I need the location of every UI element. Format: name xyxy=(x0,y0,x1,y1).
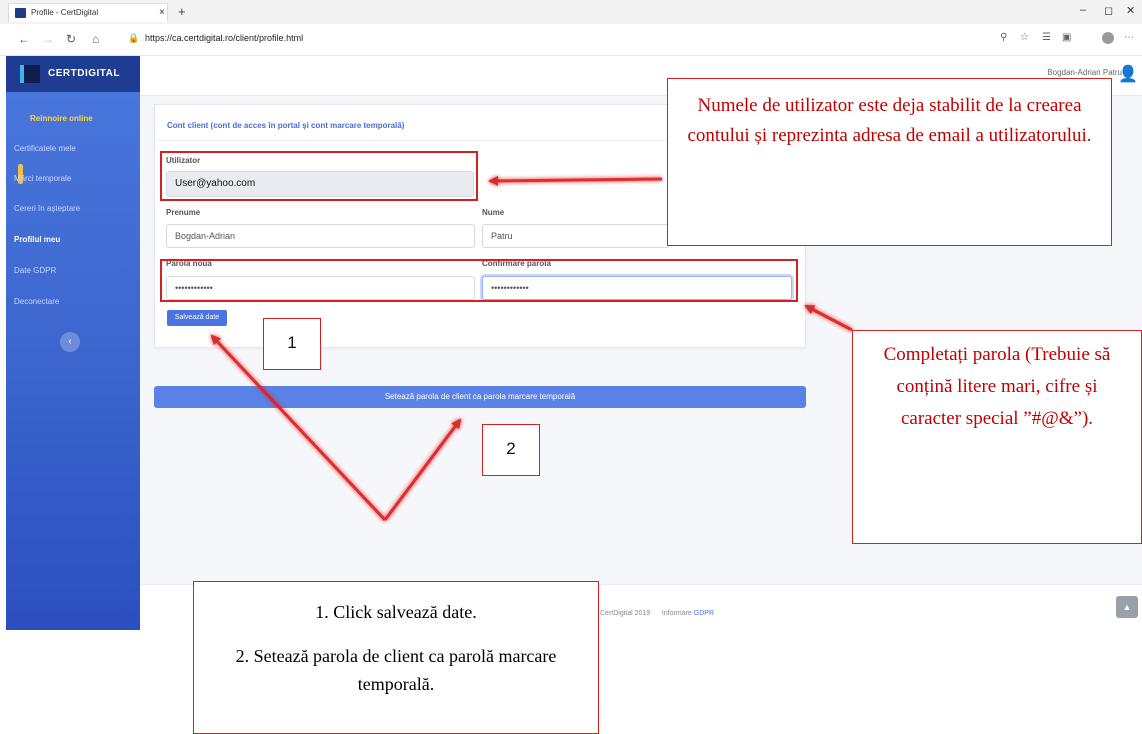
tab-title: Profile - CertDigital xyxy=(31,8,99,17)
minimize-icon[interactable]: – xyxy=(1080,4,1086,16)
user-avatar-icon[interactable]: 👤 xyxy=(1118,64,1138,84)
favorites-list-icon[interactable]: ☰ xyxy=(1042,32,1051,43)
footer-gdpr-link[interactable]: GDPR xyxy=(694,610,714,617)
back-arrow-icon[interactable]: ← xyxy=(18,32,30,46)
sidebar-item-logout[interactable]: Deconectare xyxy=(14,297,59,306)
password-fields-highlight xyxy=(160,259,798,302)
footer-info: CertDigital 2019 Informare GDPR xyxy=(600,610,714,617)
user-field-highlight xyxy=(160,151,478,201)
footer-copyright: CertDigital 2019 xyxy=(600,610,651,617)
sidebar-collapse-chevron-icon[interactable]: ‹ xyxy=(60,332,80,352)
sidebar-item-gdpr-data[interactable]: Date GDPR xyxy=(14,266,56,275)
sidebar-item-certificates[interactable]: Certificatele mele xyxy=(14,144,76,153)
header-user-name[interactable]: Bogdan-Adrian Patru xyxy=(1047,68,1122,77)
card-title: Cont client (cont de acces în portal și … xyxy=(167,121,405,130)
brand-name: CERTDIGITAL xyxy=(48,68,120,79)
step-number-1: 1 xyxy=(263,318,321,370)
lock-icon: 🔒 xyxy=(128,33,140,43)
lastname-label: Nume xyxy=(482,208,505,217)
tab-close-icon[interactable]: × xyxy=(159,7,165,18)
callout-step-1: 1. Click salvează date. xyxy=(315,602,477,622)
scroll-to-top-button[interactable]: ▲ xyxy=(1116,596,1138,618)
new-tab-icon[interactable]: + xyxy=(178,4,186,19)
screenshot-stage: Profile - CertDigital × + – ◻ ✕ ← → ↻ ⌂ … xyxy=(0,0,1142,734)
refresh-icon[interactable]: ↻ xyxy=(66,32,76,46)
footer-info-label: Informare xyxy=(661,610,692,617)
search-icon[interactable]: ⚲ xyxy=(1000,32,1007,43)
save-button[interactable]: Salvează date xyxy=(167,310,227,326)
maximize-icon[interactable]: ◻ xyxy=(1104,4,1113,17)
lastname-field[interactable]: Patru xyxy=(482,224,670,248)
favorite-star-icon[interactable]: ☆ xyxy=(1020,32,1029,43)
home-icon[interactable]: ⌂ xyxy=(92,32,99,46)
set-timestamp-password-button[interactable]: Setează parola de client ca parola marca… xyxy=(154,386,806,408)
sidebar-item-my-profile[interactable]: Profilul meu xyxy=(14,235,60,244)
forward-arrow-icon[interactable]: → xyxy=(42,32,54,46)
sidebar-item-pending-requests[interactable]: Cereri în așteptare xyxy=(14,204,80,213)
sidebar-item-timestamps[interactable]: Mărci temporale xyxy=(14,174,71,183)
callout-password-info: Completați parola (Trebuie să conțină li… xyxy=(852,330,1142,544)
firstname-field[interactable]: Bogdan-Adrian xyxy=(166,224,475,248)
collections-icon[interactable]: ▣ xyxy=(1062,32,1071,43)
browser-nav-bar: ← → ↻ ⌂ 🔒 https://ca.certdigital.ro/clie… xyxy=(0,24,1142,56)
certdigital-logo-icon xyxy=(20,65,40,83)
certdigital-favicon-icon xyxy=(15,8,26,18)
step-number-2: 2 xyxy=(482,424,540,476)
brand-bar[interactable]: CERTDIGITAL xyxy=(6,56,140,92)
callout-step-2: 2. Setează parola de client ca parolă ma… xyxy=(235,646,557,694)
close-window-icon[interactable]: ✕ xyxy=(1126,4,1135,17)
callout-steps: 1. Click salvează date. 2. Setează parol… xyxy=(193,581,599,734)
sidebar-item-renew-online[interactable]: Reînnoire online xyxy=(30,114,93,123)
firstname-label: Prenume xyxy=(166,208,201,217)
browser-tab-bar: Profile - CertDigital × + – ◻ ✕ xyxy=(0,0,1142,24)
more-menu-icon[interactable]: ⋯ xyxy=(1124,32,1134,43)
sidebar: CERTDIGITAL Reînnoire online Certificate… xyxy=(6,56,140,630)
callout-username-info: Numele de utilizator este deja stabilit … xyxy=(667,78,1112,246)
browser-profile-icon[interactable] xyxy=(1102,32,1114,44)
browser-tab[interactable]: Profile - CertDigital × xyxy=(8,3,168,22)
address-bar[interactable]: https://ca.certdigital.ro/client/profile… xyxy=(145,33,303,43)
